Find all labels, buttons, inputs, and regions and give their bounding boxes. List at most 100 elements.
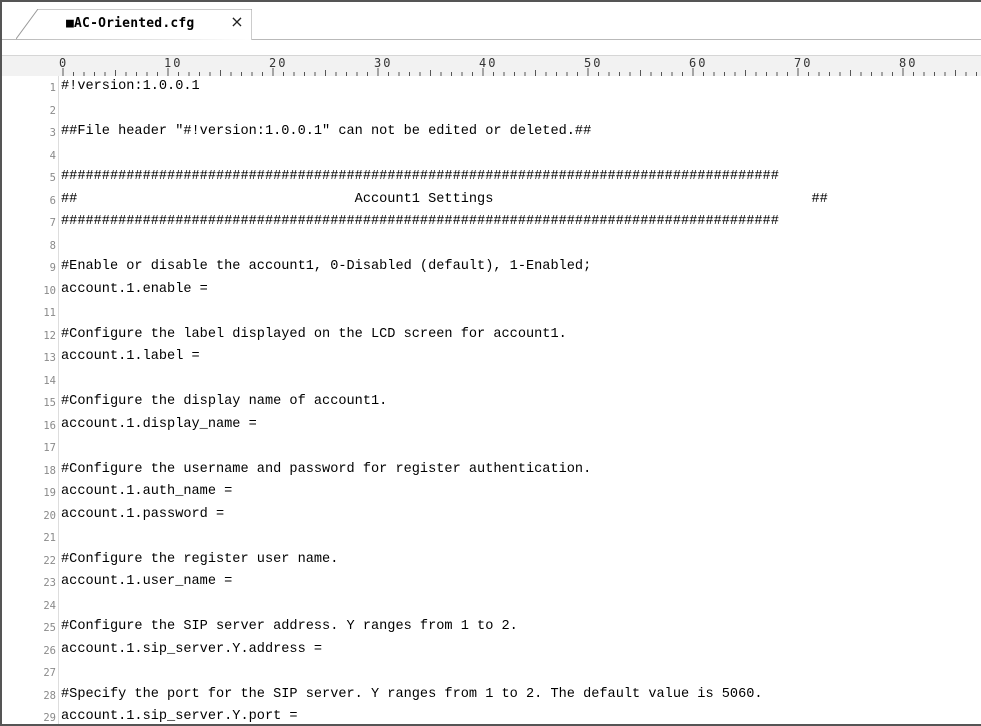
column-ruler: 0 10 20 30 40 50 60 70 80 [2, 55, 981, 78]
code-line[interactable]: 6 ## Account1 Settings ## [2, 189, 981, 212]
line-text: #Specify the port for the SIP server. Y … [61, 686, 763, 702]
line-number: 11 [43, 307, 56, 319]
code-line[interactable]: 27 [2, 661, 981, 684]
code-line[interactable]: 9 #Enable or disable the account1, 0-Disa… [2, 256, 981, 279]
line-number-cell: 13 [2, 346, 56, 369]
line-number-cell: 17 [2, 436, 56, 459]
line-text: account.1.enable = [61, 281, 208, 297]
line-number-cell: 19 [2, 481, 56, 504]
line-number: 28 [43, 689, 56, 702]
code-line[interactable]: 18 #Configure the username and password f… [2, 459, 981, 482]
code-line[interactable]: 8 [2, 234, 981, 257]
ruler-label: 40 [479, 56, 498, 70]
line-number: 9 [49, 262, 56, 274]
line-number-cell: 26 [2, 639, 56, 662]
line-number-cell: 1 [2, 76, 56, 99]
code-line[interactable]: 28 #Specify the port for the SIP server. … [2, 684, 981, 707]
line-number-cell: 21 [2, 526, 56, 549]
line-number: 8 [49, 239, 56, 252]
line-number: 14 [43, 374, 56, 387]
code-line[interactable]: 1 #!version:1.0.0.1 [2, 76, 981, 99]
close-icon[interactable]: × [229, 13, 245, 31]
line-text: ########################################… [61, 214, 779, 229]
line-text: #Configure the label displayed on the LC… [61, 326, 567, 342]
line-number: 23 [43, 577, 56, 589]
ruler-label: 80 [899, 56, 918, 70]
line-number: 26 [43, 644, 56, 657]
line-number: 24 [43, 599, 56, 612]
line-number-cell: 23 [2, 571, 56, 594]
line-number: 13 [43, 352, 56, 364]
ruler-label: 70 [794, 56, 813, 70]
code-line[interactable]: 22 #Configure the register user name. [2, 549, 981, 572]
tab-file[interactable]: ■AC-Oriented.cfg × [16, 9, 252, 40]
line-number-cell: 7 [2, 211, 56, 234]
line-number-cell: 9 [2, 256, 56, 279]
line-number: 1 [49, 82, 56, 94]
code-line[interactable]: 11 [2, 301, 981, 324]
line-number: 20 [43, 509, 56, 522]
line-number-cell: 2 [2, 99, 56, 122]
line-number-cell: 29 [2, 706, 56, 724]
line-number: 5 [49, 172, 56, 184]
code-line[interactable]: 17 [2, 436, 981, 459]
line-text: account.1.user_name = [61, 574, 233, 589]
line-number-cell: 12 [2, 324, 56, 347]
line-number: 4 [49, 149, 56, 162]
ruler-label: 60 [689, 56, 708, 70]
code-line[interactable]: 16 account.1.display_name = [2, 414, 981, 437]
line-number-cell: 28 [2, 684, 56, 707]
line-number-cell: 16 [2, 414, 56, 437]
line-text: #!version:1.0.0.1 [61, 79, 200, 94]
line-number: 12 [43, 329, 56, 342]
ruler-label: 20 [269, 56, 288, 70]
code-line[interactable]: 14 [2, 369, 981, 392]
line-number: 7 [49, 217, 56, 229]
line-number-cell: 10 [2, 279, 56, 302]
line-number-cell: 8 [2, 234, 56, 257]
ruler-label: 50 [584, 56, 603, 70]
line-number-cell: 6 [2, 189, 56, 212]
code-line[interactable]: 5 #######################################… [2, 166, 981, 189]
line-number-cell: 24 [2, 594, 56, 617]
line-number-cell: 3 [2, 121, 56, 144]
code-line[interactable]: 21 [2, 526, 981, 549]
code-editor[interactable]: 1 #!version:1.0.0.1 2 3 ##File header "#!ver… [2, 76, 981, 724]
line-number: 21 [43, 532, 56, 544]
line-text: ########################################… [61, 169, 779, 184]
editor-window: ■AC-Oriented.cfg × 0 10 20 30 40 50 60 70 80 1 #!… [0, 0, 981, 726]
code-line[interactable]: 26 account.1.sip_server.Y.address = [2, 639, 981, 662]
code-line[interactable]: 20 account.1.password = [2, 504, 981, 527]
line-number: 15 [43, 397, 56, 409]
code-line[interactable]: 10 account.1.enable = [2, 279, 981, 302]
line-text: account.1.label = [61, 349, 200, 364]
code-line[interactable]: 23 account.1.user_name = [2, 571, 981, 594]
code-line[interactable]: 12 #Configure the label displayed on the … [2, 324, 981, 347]
code-line[interactable]: 2 [2, 99, 981, 122]
line-number-cell: 11 [2, 301, 56, 324]
line-text: #Configure the register user name. [61, 551, 339, 567]
code-line[interactable]: 25 #Configure the SIP server address. Y r… [2, 616, 981, 639]
line-text: account.1.sip_server.Y.address = [61, 641, 323, 657]
line-number: 6 [49, 194, 56, 207]
tab-title: ■AC-Oriented.cfg [66, 16, 195, 31]
code-line[interactable]: 15 #Configure the display name of account… [2, 391, 981, 414]
line-number: 22 [43, 554, 56, 567]
code-line[interactable]: 19 account.1.auth_name = [2, 481, 981, 504]
code-line[interactable]: 3 ##File header "#!version:1.0.0.1" can n… [2, 121, 981, 144]
code-line[interactable]: 4 [2, 144, 981, 167]
line-number-cell: 14 [2, 369, 56, 392]
code-line[interactable]: 24 [2, 594, 981, 617]
code-line[interactable]: 29 account.1.sip_server.Y.port = [2, 706, 981, 724]
line-number: 2 [49, 104, 56, 117]
line-number-cell: 27 [2, 661, 56, 684]
code-line[interactable]: 7 #######################################… [2, 211, 981, 234]
line-number-cell: 22 [2, 549, 56, 572]
line-number: 18 [43, 464, 56, 477]
line-number: 10 [43, 284, 56, 297]
line-text: account.1.auth_name = [61, 484, 233, 499]
line-text: #Configure the username and password for… [61, 461, 592, 477]
line-number-cell: 20 [2, 504, 56, 527]
code-line[interactable]: 13 account.1.label = [2, 346, 981, 369]
ruler-label: 10 [164, 56, 183, 70]
